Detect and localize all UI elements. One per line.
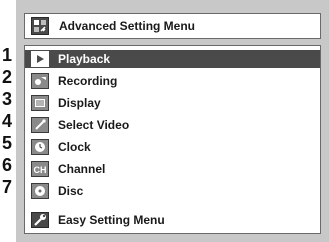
menu-item-select-video[interactable]: Select Video (25, 116, 320, 134)
disc-icon (31, 183, 49, 199)
menu-item-playback[interactable]: Playback (25, 50, 320, 68)
callout-number-2: 2 (1, 67, 12, 87)
menu-item-label: Playback (58, 52, 111, 66)
wrench-icon (31, 212, 49, 228)
easy-setting-menu-item[interactable]: Easy Setting Menu (25, 211, 320, 229)
callout-number-4: 4 (1, 111, 12, 131)
video-icon (31, 117, 49, 133)
menu-item-channel[interactable]: CH Channel (25, 160, 320, 178)
menu-header: Advanced Setting Menu (24, 13, 321, 39)
easy-setting-label: Easy Setting Menu (58, 213, 165, 227)
menu-item-label: Channel (58, 162, 106, 176)
settings-icon (31, 17, 49, 35)
callout-number-5: 5 (1, 133, 12, 153)
channel-icon: CH (31, 161, 49, 177)
recording-icon (31, 73, 49, 89)
menu-item-label: Recording (58, 74, 118, 88)
menu-item-clock[interactable]: Clock (25, 138, 320, 156)
menu-item-display[interactable]: Display (25, 94, 320, 112)
menu-item-label: Select Video (58, 118, 130, 132)
callout-number-6: 6 (1, 155, 12, 175)
menu-title: Advanced Setting Menu (59, 19, 196, 33)
menu-item-label: Disc (58, 184, 84, 198)
callout-number-3: 3 (1, 89, 12, 109)
menu-panel: Playback Recording Display Select Video … (24, 45, 321, 234)
channel-icon-text: CH (34, 165, 47, 175)
menu-item-recording[interactable]: Recording (25, 72, 320, 90)
menu-item-disc[interactable]: Disc (25, 182, 320, 200)
callout-number-1: 1 (1, 45, 12, 65)
callout-number-7: 7 (1, 177, 12, 197)
menu-item-label: Display (58, 96, 101, 110)
clock-icon (31, 139, 49, 155)
play-icon (31, 51, 49, 67)
menu-frame: Advanced Setting Menu Playback Recording (16, 0, 329, 242)
display-icon (31, 95, 49, 111)
menu-item-label: Clock (58, 140, 91, 154)
